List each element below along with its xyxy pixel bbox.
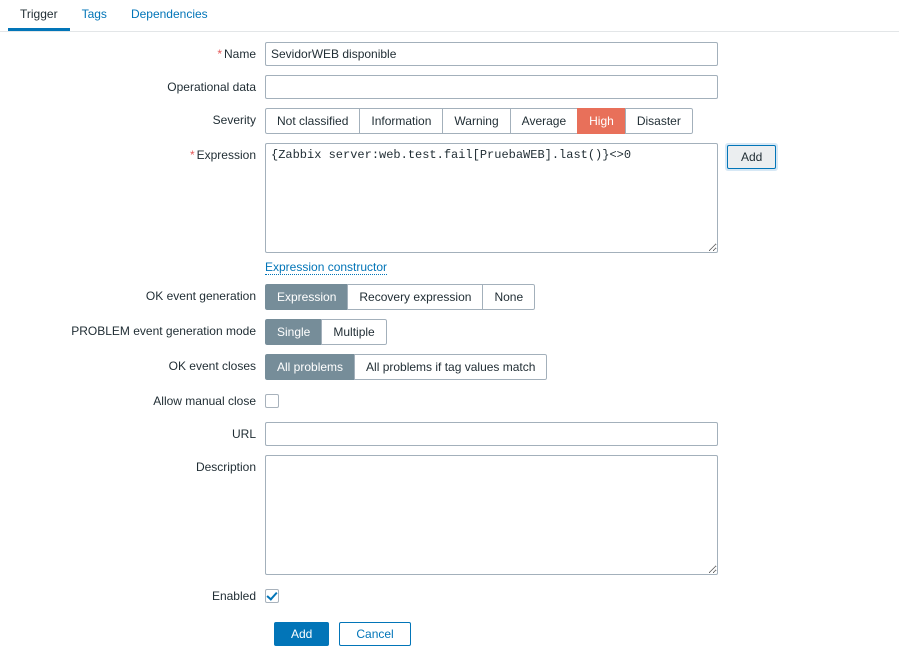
expression-textarea[interactable]: {Zabbix server:web.test.fail[PruebaWEB].… [265,143,718,253]
allow-manual-close-label: Allow manual close [153,394,256,408]
ok-event-generation-segmented-control: Expression Recovery expression None [265,284,536,310]
row-name: * Name [0,42,899,66]
tab-trigger[interactable]: Trigger [8,0,70,31]
severity-label: Severity [212,113,256,127]
cancel-button[interactable]: Cancel [339,622,411,646]
row-url: URL [0,422,899,446]
submit-button[interactable]: Add [274,622,330,646]
problem-event-generation-mode-segmented-control: Single Multiple [265,319,387,345]
row-allow-manual-close: Allow manual close [0,389,899,413]
severity-segmented-control: Not classified Information Warning Avera… [265,108,693,134]
trigger-form: *Name Operational data Severity Not clas… [0,32,899,646]
row-enabled: Enabled [0,584,899,608]
expression-add-button[interactable]: Add [727,145,777,169]
ok-event-generation-option-recovery-expression[interactable]: Recovery expression [347,284,483,310]
name-input[interactable] [265,42,718,66]
problem-event-generation-mode-option-single[interactable]: Single [265,319,322,345]
name-label: * Name [0,42,265,66]
tab-dependencies[interactable]: Dependencies [119,0,220,31]
operational-data-input[interactable] [265,75,718,99]
tab-trigger-label: Trigger [20,7,58,21]
enabled-checkbox[interactable] [265,589,279,603]
expression-label-text: Expression [196,148,256,162]
severity-option-average[interactable]: Average [509,108,578,134]
row-problem-event-generation-mode: PROBLEM event generation mode Single Mul… [0,319,899,345]
row-severity: Severity Not classified Information Warn… [0,108,899,134]
row-expression-constructor: Expression constructor [265,260,899,275]
tab-bar: Trigger Tags Dependencies [0,0,899,32]
expression-label: * Expression [0,143,265,167]
description-label: Description [195,460,256,474]
row-description: Description [0,455,899,575]
description-textarea[interactable] [265,455,718,575]
row-ok-event-closes: OK event closes All problems All problem… [0,354,899,380]
enabled-label: Enabled [211,589,256,603]
severity-option-disaster[interactable]: Disaster [624,108,693,134]
severity-option-information[interactable]: Information [359,108,443,134]
url-label: URL [231,427,256,441]
tab-tags-label: Tags [81,7,107,21]
ok-event-closes-segmented-control: All problems All problems if tag values … [265,354,548,380]
expression-add-button-focus-ring: Add [725,143,779,171]
form-footer: Add Cancel [274,622,899,646]
expression-constructor-link[interactable]: Expression constructor [265,260,388,275]
url-input[interactable] [265,422,718,446]
row-operational-data: Operational data [0,75,899,99]
tab-dependencies-label: Dependencies [130,7,208,21]
ok-event-closes-option-all-problems[interactable]: All problems [265,354,355,380]
required-marker-name: * [217,47,222,61]
ok-event-generation-option-expression[interactable]: Expression [265,284,348,310]
required-marker-expression: * [189,148,195,162]
tab-tags[interactable]: Tags [70,0,119,31]
row-ok-event-generation: OK event generation Expression Recovery … [0,284,899,310]
severity-option-high[interactable]: High [577,108,625,134]
severity-option-not-classified[interactable]: Not classified [265,108,360,134]
ok-event-closes-option-all-problems-if-tag-values-match[interactable]: All problems if tag values match [354,354,548,380]
ok-event-generation-label: OK event generation [145,289,256,303]
row-expression: * Expression {Zabbix server:web.test.fail… [0,143,899,253]
name-label-text: Name [223,47,256,61]
ok-event-closes-label: OK event closes [168,359,256,373]
problem-event-generation-mode-option-multiple[interactable]: Multiple [321,319,387,345]
ok-event-generation-option-none[interactable]: None [482,284,536,310]
problem-event-generation-mode-label: PROBLEM event generation mode [71,324,256,338]
allow-manual-close-checkbox[interactable] [265,394,279,408]
severity-option-warning[interactable]: Warning [442,108,510,134]
operational-data-label: Operational data [167,80,256,94]
